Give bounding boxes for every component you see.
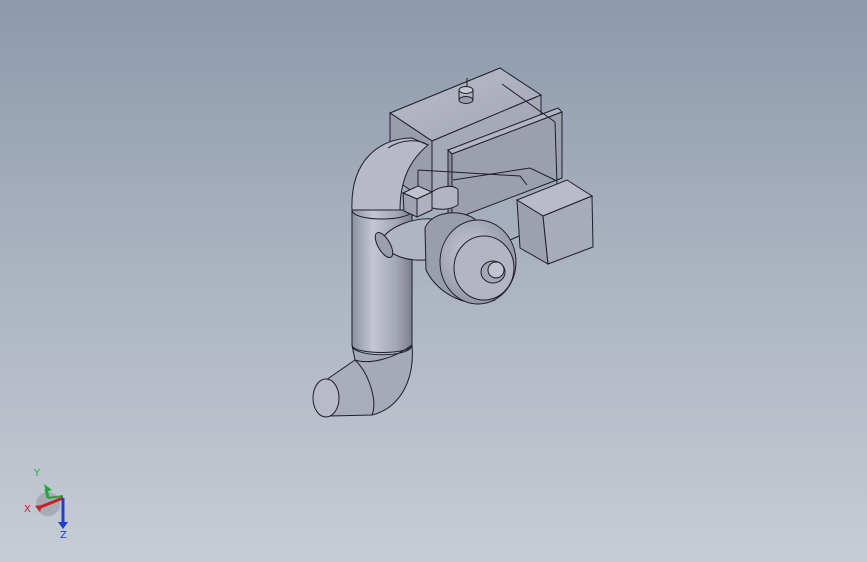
motor-hub[interactable]: [480, 260, 506, 284]
z-axis-arrow: [58, 522, 68, 529]
graphics-viewport[interactable]: Y X Z: [0, 0, 867, 562]
3d-model[interactable]: [0, 0, 867, 562]
orientation-triad[interactable]: Y X Z: [18, 462, 78, 542]
y-axis-shaft: [44, 488, 50, 499]
y-axis-label: Y: [33, 468, 41, 479]
fan-housing[interactable]: [424, 212, 517, 305]
junction-box[interactable]: [515, 179, 594, 265]
x-axis-label: X: [24, 504, 31, 515]
z-axis-label: Z: [60, 530, 67, 541]
